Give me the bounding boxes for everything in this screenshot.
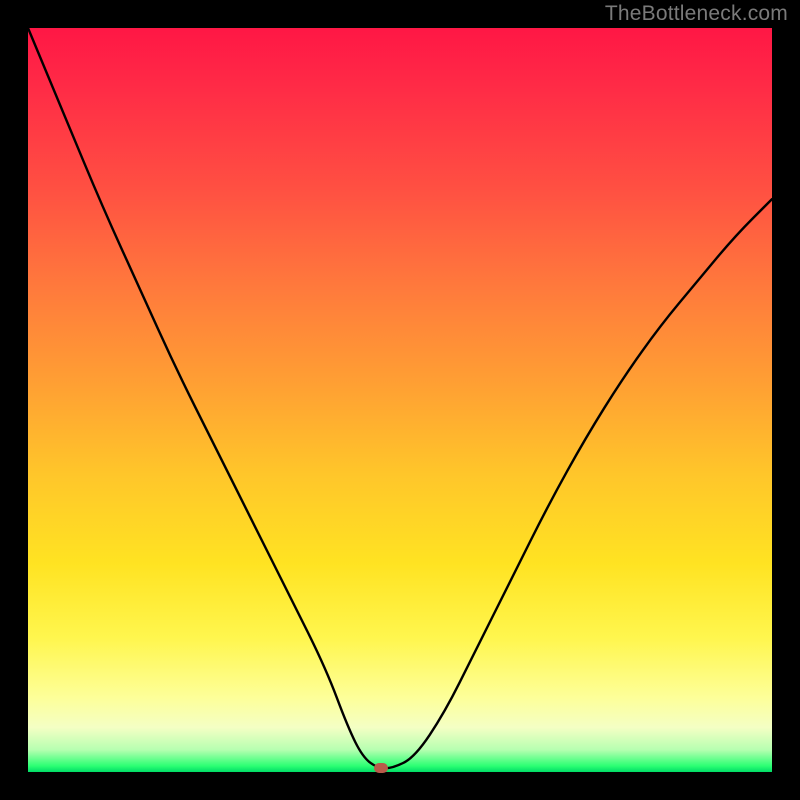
bottleneck-curve xyxy=(28,28,772,772)
plot-area xyxy=(28,28,772,772)
chart-frame: TheBottleneck.com xyxy=(0,0,800,800)
watermark-text: TheBottleneck.com xyxy=(605,2,788,26)
optimal-point-marker xyxy=(374,763,388,773)
curve-path xyxy=(28,28,772,768)
